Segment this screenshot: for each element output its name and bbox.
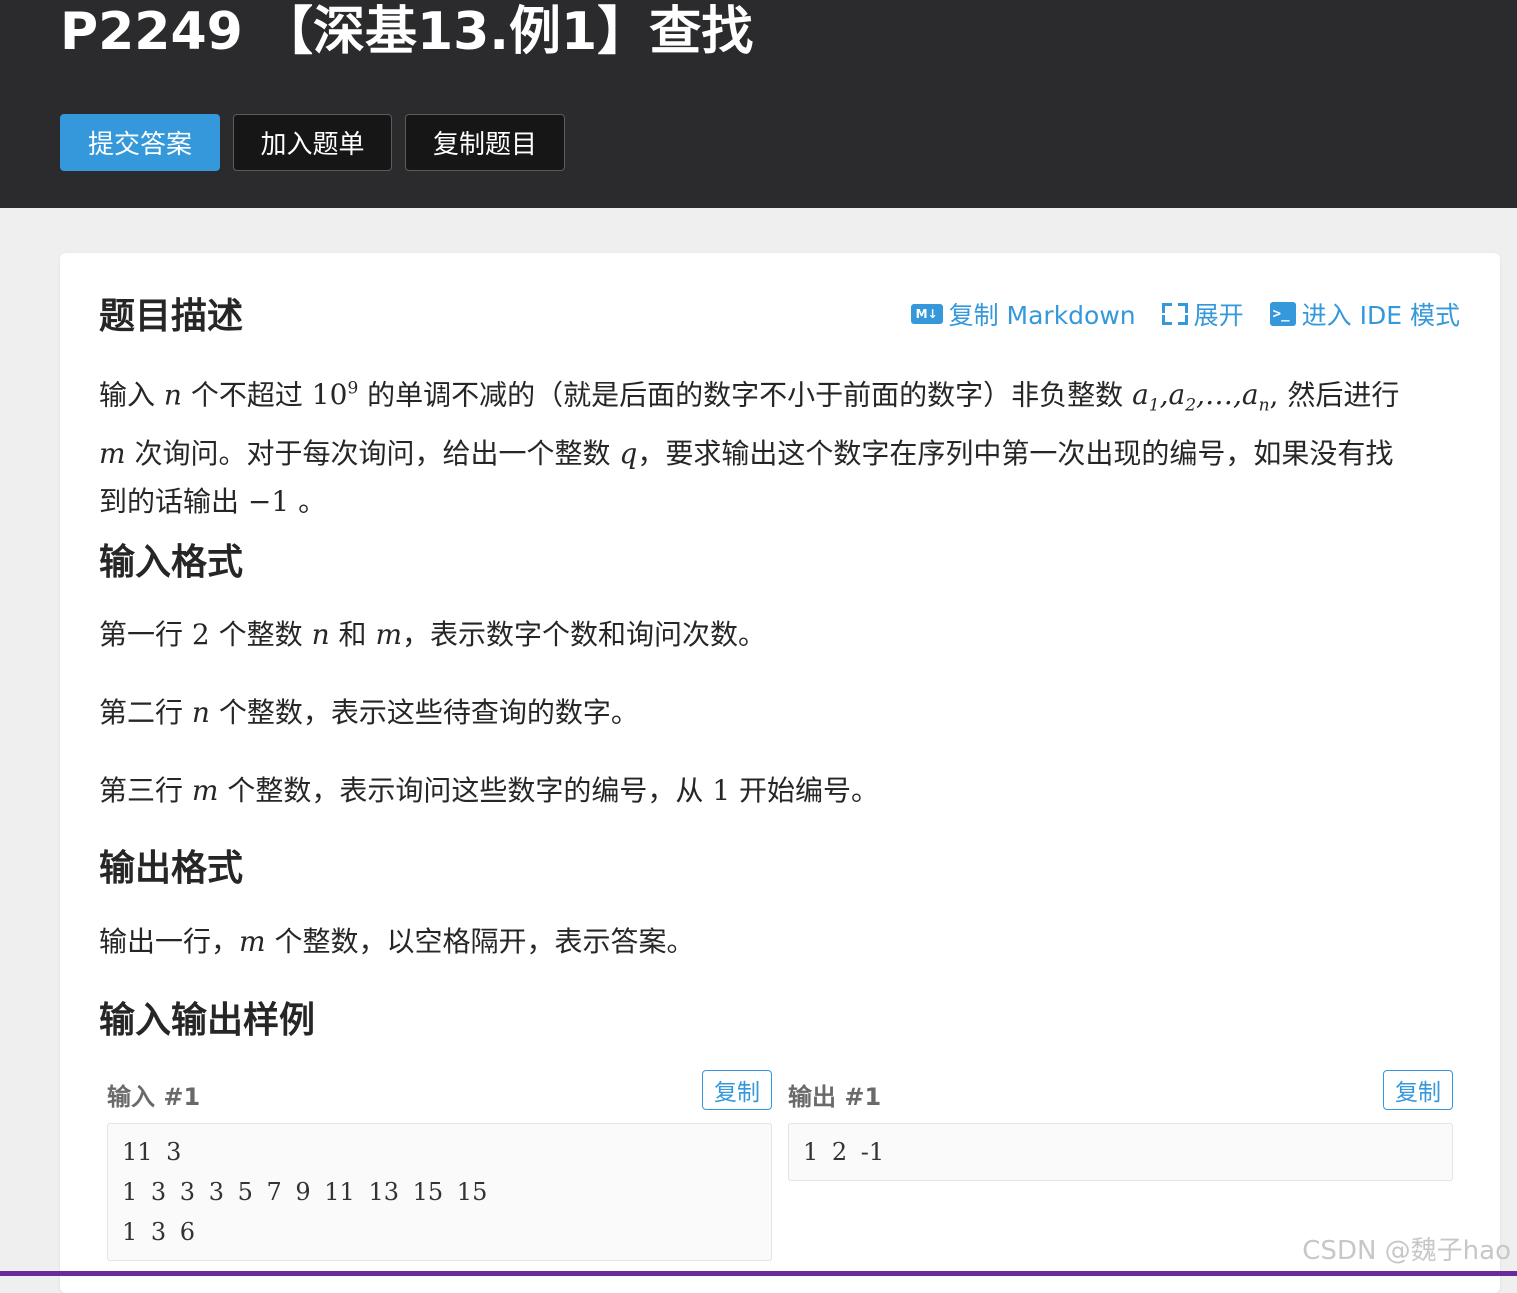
sample-output-label: 输出 #1 bbox=[788, 1083, 882, 1111]
copy-markdown-link[interactable]: M↓ 复制 Markdown bbox=[910, 296, 1136, 332]
input-format-line-1: 第一行 2 个整数 n 和 m，表示数字个数和询问次数。 bbox=[99, 618, 767, 651]
input-format-heading: 输入格式 bbox=[99, 542, 244, 583]
page-header: P2249 【深基13.例1】查找 提交答案 加入题单 复制题目 bbox=[0, 0, 1517, 208]
problem-card: M↓ 复制 Markdown 展开 >_ 进入 IDE 模式 题目描述 输入 n… bbox=[60, 253, 1500, 1293]
problem-actions: M↓ 复制 Markdown 展开 >_ 进入 IDE 模式 bbox=[910, 296, 1460, 332]
copy-problem-button[interactable]: 复制题目 bbox=[405, 114, 565, 171]
copy-output-button[interactable]: 复制 bbox=[1383, 1070, 1453, 1110]
input-format-line-2: 第二行 n 个整数，表示这些待查询的数字。 bbox=[99, 696, 639, 729]
output-format-heading: 输出格式 bbox=[99, 848, 244, 889]
sample-input-box[interactable]: 11 3 1 3 3 3 5 7 9 11 13 15 15 1 3 6 bbox=[107, 1123, 772, 1261]
bottom-accent-bar bbox=[0, 1271, 1517, 1276]
expand-label: 展开 bbox=[1193, 301, 1244, 330]
sample-output-box[interactable]: 1 2 -1 bbox=[788, 1123, 1453, 1181]
expand-link[interactable]: 展开 bbox=[1161, 296, 1244, 332]
copy-markdown-label: 复制 Markdown bbox=[948, 301, 1136, 330]
submit-answer-button[interactable]: 提交答案 bbox=[60, 114, 220, 171]
csdn-watermark: CSDN @魏子hao bbox=[1302, 1236, 1511, 1266]
expand-icon bbox=[1161, 303, 1188, 325]
markdown-icon: M↓ bbox=[910, 304, 943, 324]
problem-title: P2249 【深基13.例1】查找 bbox=[60, 2, 754, 62]
copy-input-button[interactable]: 复制 bbox=[702, 1070, 772, 1110]
terminal-icon: >_ bbox=[1269, 302, 1296, 326]
ide-mode-label: 进入 IDE 模式 bbox=[1301, 301, 1460, 330]
sample-output-line: 1 2 -1 bbox=[803, 1138, 885, 1166]
sample-input-line: 1 3 6 bbox=[122, 1218, 196, 1246]
output-format-line-1: 输出一行，m 个整数，以空格隔开，表示答案。 bbox=[99, 925, 695, 958]
description-text: 输入 n 个不超过 109 的单调不减的（就是后面的数字不小于前面的数字）非负整… bbox=[99, 378, 1400, 518]
add-to-list-button[interactable]: 加入题单 bbox=[233, 114, 392, 171]
samples-heading: 输入输出样例 bbox=[99, 1000, 316, 1041]
input-format-line-3: 第三行 m 个整数，表示询问这些数字的编号，从 1 开始编号。 bbox=[99, 774, 880, 807]
description-heading: 题目描述 bbox=[99, 296, 244, 337]
sample-input-line: 11 3 bbox=[122, 1138, 182, 1166]
sample-input-label: 输入 #1 bbox=[107, 1083, 201, 1111]
sample-input-line: 1 3 3 3 5 7 9 11 13 15 15 bbox=[122, 1178, 488, 1206]
ide-mode-link[interactable]: >_ 进入 IDE 模式 bbox=[1269, 296, 1460, 332]
